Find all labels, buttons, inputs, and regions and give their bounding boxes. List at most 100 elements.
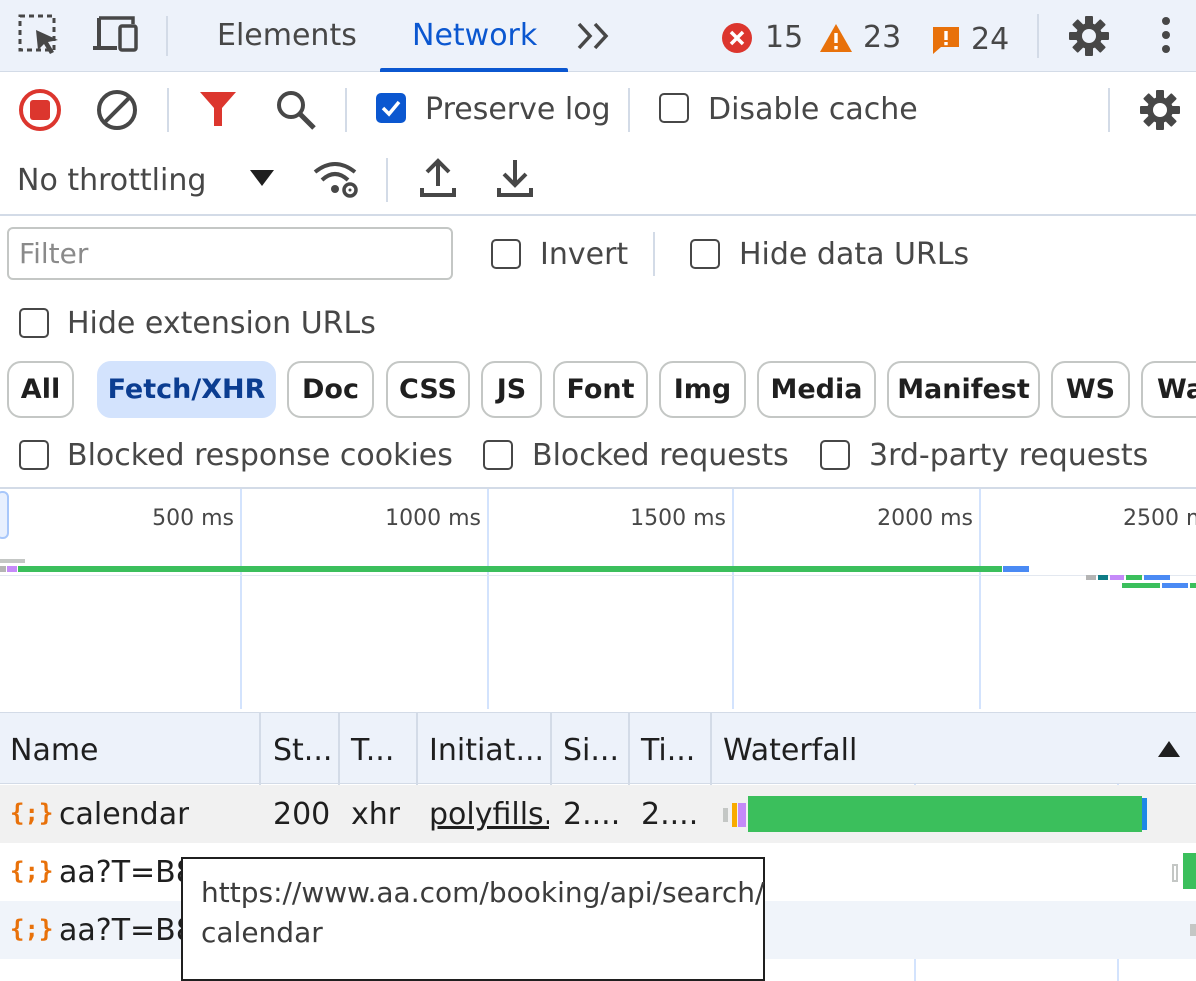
toolbar-separator [167, 88, 169, 132]
waterfall-stalled [732, 803, 737, 827]
type-chip-all[interactable]: All [7, 361, 74, 418]
overview-grid-2000 [979, 489, 981, 709]
tab-network[interactable]: Network [412, 18, 537, 53]
import-har-icon[interactable] [419, 158, 457, 202]
invert-checkbox[interactable] [491, 239, 521, 269]
overview-bar-purple [7, 566, 17, 572]
search-icon[interactable] [274, 88, 318, 136]
request-time: 2.... [641, 797, 699, 832]
more-options-icon[interactable] [1156, 16, 1176, 60]
tab-elements[interactable]: Elements [217, 18, 357, 53]
tooltip-url-line-1: https://www.aa.com/booking/api/search/ [201, 876, 765, 909]
column-header-type[interactable]: T... [351, 733, 394, 768]
type-chip-ws[interactable]: WS [1051, 361, 1130, 418]
hide-data-urls-checkbox[interactable] [690, 239, 720, 269]
overview-bar-small-2 [1098, 575, 1108, 580]
issues-count[interactable]: 24 [971, 22, 1009, 57]
toolbar-divider [0, 214, 1196, 216]
error-count[interactable]: 15 [765, 20, 803, 55]
device-toolbar-icon[interactable] [93, 14, 141, 60]
clear-log-icon[interactable] [95, 88, 139, 136]
column-header-size[interactable]: Si... [563, 733, 619, 768]
table-row[interactable]: {;} calendar 200 xhr polyfills... 2.... … [0, 785, 1196, 843]
export-har-icon[interactable] [496, 158, 534, 202]
filter-funnel-icon[interactable] [198, 90, 238, 132]
toolbar-separator-2 [345, 88, 347, 132]
overview-bar-small-7 [1162, 583, 1188, 588]
blocked-requests-checkbox[interactable] [483, 440, 513, 470]
settings-gear-icon[interactable] [1067, 14, 1111, 62]
tick-label-1500: 1500 ms [630, 506, 726, 531]
request-name[interactable]: calendar [59, 797, 189, 832]
waterfall-request-sent [738, 803, 746, 827]
waterfall-waiting-ttfb [748, 796, 1142, 832]
toolbar-separator-3 [628, 88, 630, 132]
overview-bar-small-5 [1144, 575, 1170, 580]
type-chip-js[interactable]: JS [481, 361, 542, 418]
chevron-down-icon[interactable] [250, 170, 274, 190]
waterfall-waiting-ttfb [1183, 853, 1196, 889]
hide-data-urls-label[interactable]: Hide data URLs [739, 237, 969, 272]
type-chip-doc[interactable]: Doc [287, 361, 374, 418]
column-header-initiator[interactable]: Initiat... [429, 733, 544, 768]
request-size: 2.... [563, 797, 621, 832]
blocked-requests-label[interactable]: Blocked requests [532, 438, 789, 473]
overview-grid-1500 [732, 489, 734, 709]
column-header-waterfall[interactable]: Waterfall [723, 733, 857, 768]
throttling-select[interactable]: No throttling [17, 163, 206, 198]
preserve-log-checkbox[interactable] [376, 93, 406, 123]
more-tabs-icon[interactable] [576, 20, 612, 56]
warning-icon[interactable] [818, 22, 854, 58]
request-initiator-link[interactable]: polyfills... [429, 797, 549, 832]
overview-bar-small-4 [1126, 575, 1142, 580]
hide-extension-urls-checkbox[interactable] [19, 308, 49, 338]
error-icon[interactable] [721, 22, 753, 58]
filter-input[interactable] [7, 227, 453, 280]
tabbar-separator [166, 16, 168, 56]
preserve-log-label[interactable]: Preserve log [425, 92, 611, 127]
third-party-requests-label[interactable]: 3rd-party requests [869, 438, 1148, 473]
blocked-response-cookies-label[interactable]: Blocked response cookies [67, 438, 453, 473]
network-settings-gear-icon[interactable] [1138, 88, 1182, 136]
tabbar-separator-right [1037, 14, 1039, 58]
type-chip-css[interactable]: CSS [386, 361, 470, 418]
request-type: xhr [351, 797, 401, 832]
tooltip-url-line-2: calendar [201, 916, 323, 949]
xhr-request-icon: {;} [10, 799, 54, 827]
overview-selection-handle[interactable] [0, 491, 9, 539]
overview-bar-wait [0, 566, 6, 572]
type-chip-fetch-xhr[interactable]: Fetch/XHR [97, 361, 276, 418]
issues-icon[interactable] [931, 25, 961, 59]
warning-count[interactable]: 23 [863, 20, 901, 55]
sort-ascending-icon[interactable] [1158, 741, 1180, 761]
disable-cache-checkbox[interactable] [659, 93, 689, 123]
xhr-request-icon: {;} [10, 915, 54, 943]
inspect-element-icon[interactable] [18, 14, 62, 60]
type-chip-wasm[interactable]: Wa [1141, 361, 1196, 418]
network-conditions-icon[interactable] [313, 160, 361, 204]
column-header-status[interactable]: St... [273, 733, 332, 768]
overview-bar-small-1 [1086, 575, 1096, 580]
request-name[interactable]: aa?T=B8 [59, 855, 181, 890]
column-header-name[interactable]: Name [10, 733, 99, 768]
overview-bar-blue [1003, 566, 1029, 572]
hide-extension-urls-label[interactable]: Hide extension URLs [67, 306, 376, 341]
tick-label-500: 500 ms [152, 506, 234, 531]
record-stop-icon[interactable] [18, 88, 62, 136]
toolbar-separator-5 [386, 158, 388, 202]
filter-separator [653, 232, 655, 276]
request-name[interactable]: aa?T=B8 [59, 913, 181, 948]
type-chip-font[interactable]: Font [553, 361, 648, 418]
overview-bar-gray [0, 559, 25, 563]
type-chip-manifest[interactable]: Manifest [887, 361, 1040, 418]
toolbar-separator-4 [1108, 88, 1110, 132]
tick-label-2500: 2500 ms [1123, 506, 1196, 531]
blocked-response-cookies-checkbox[interactable] [19, 440, 49, 470]
invert-label[interactable]: Invert [540, 237, 628, 272]
third-party-requests-checkbox[interactable] [820, 440, 850, 470]
disable-cache-label[interactable]: Disable cache [708, 92, 918, 127]
type-chip-media[interactable]: Media [757, 361, 876, 418]
type-chip-img[interactable]: Img [659, 361, 746, 418]
column-header-time[interactable]: Ti... [641, 733, 695, 768]
overview-grid-1000 [487, 489, 489, 709]
